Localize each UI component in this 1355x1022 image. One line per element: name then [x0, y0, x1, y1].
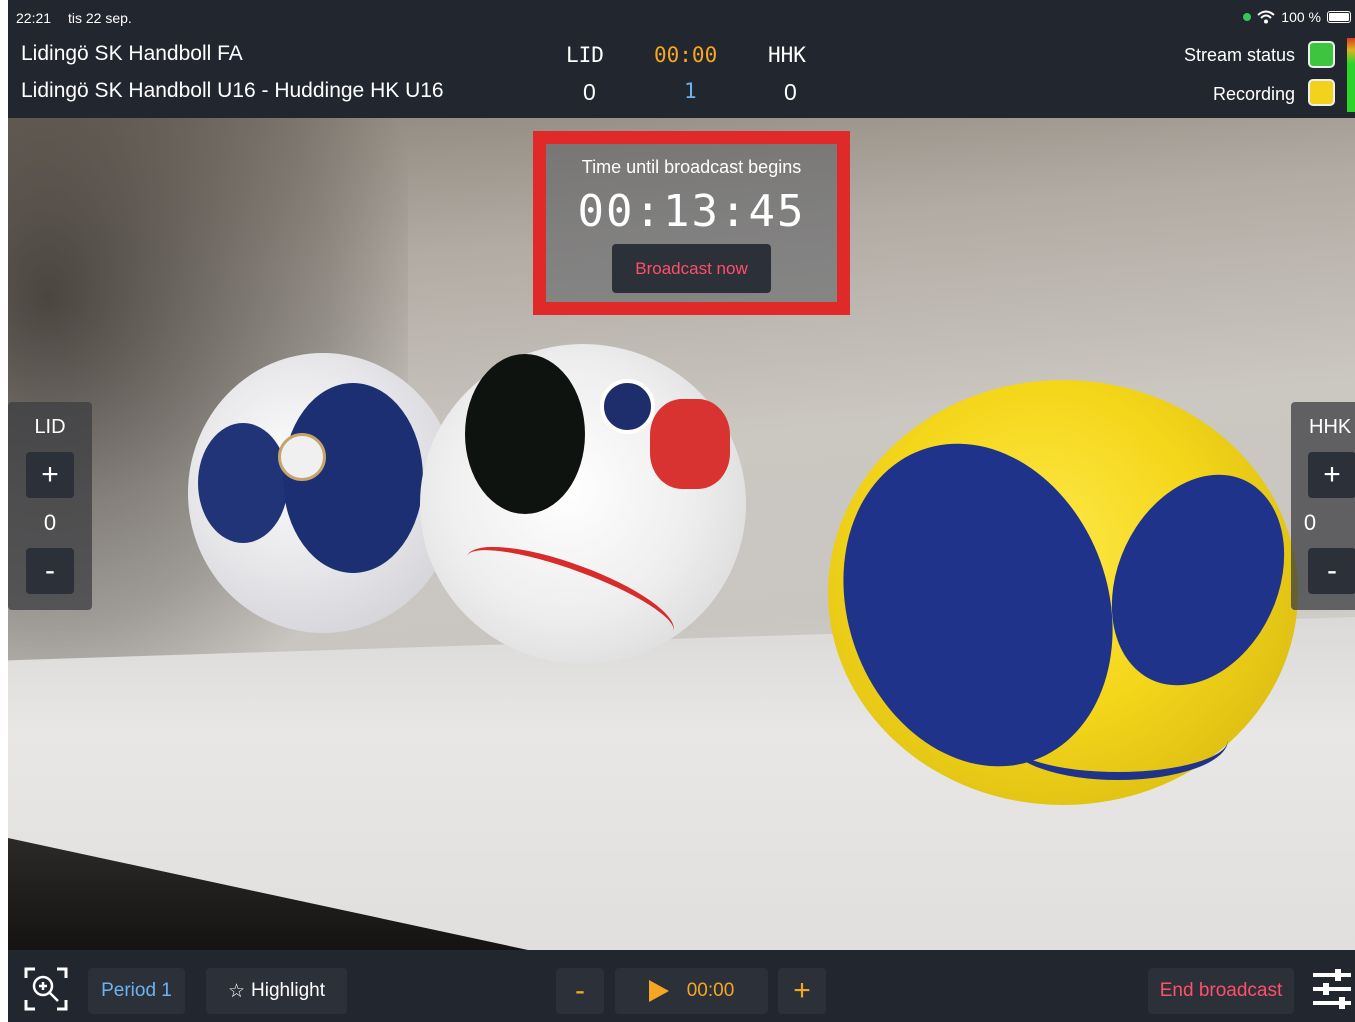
stream-status-label: Stream status — [1183, 45, 1295, 65]
status-right: 100 % — [1243, 9, 1351, 25]
control-bar: Period 1 ☆ Highlight - 00:00 + End broad… — [8, 950, 1355, 1022]
away-score-panel: HHK + 0 - — [1291, 402, 1355, 610]
zoom-in-icon[interactable] — [21, 964, 71, 1014]
broadcast-now-button[interactable]: Broadcast now — [612, 244, 771, 293]
away-panel-team: HHK — [1309, 416, 1352, 438]
app-frame: 22:21 tis 22 sep. 100 % Lidingö SK Handb… — [8, 0, 1355, 1022]
countdown-label: Time until broadcast begins — [581, 157, 802, 177]
home-score-minus-button[interactable]: - — [26, 548, 74, 594]
sliders-icon[interactable] — [1311, 966, 1355, 1014]
status-time: 22:21 — [16, 10, 52, 26]
home-score-plus-button[interactable]: + — [26, 452, 74, 498]
period-number: 1 — [684, 79, 697, 103]
clock-minus-button[interactable]: - — [556, 968, 604, 1014]
status-bar: 22:21 tis 22 sep. 100 % — [8, 0, 1355, 34]
clock-play-button[interactable]: 00:00 — [615, 968, 768, 1014]
battery-icon — [1327, 11, 1351, 23]
away-score-plus-button[interactable]: + — [1308, 452, 1355, 498]
away-score: 0 — [784, 79, 797, 105]
handball-white-red — [420, 344, 746, 664]
highlight-button[interactable]: ☆ Highlight — [206, 968, 347, 1014]
wifi-icon — [1257, 10, 1275, 24]
match-title: Lidingö SK Handboll U16 - Huddinge HK U1… — [21, 79, 444, 102]
recording-label: Recording — [1212, 84, 1295, 104]
home-team-abbr: LID — [566, 43, 604, 67]
status-date: tis 22 sep. — [68, 10, 132, 26]
game-clock: 00:00 — [654, 43, 718, 67]
period-button[interactable]: Period 1 — [88, 968, 185, 1014]
broadcast-countdown: Time until broadcast begins 00:13:45 Bro… — [533, 131, 850, 315]
home-score-panel: LID + 0 - — [8, 402, 92, 610]
stream-status-indicator — [1308, 41, 1335, 68]
play-icon — [648, 980, 669, 1002]
handball-yellow-blue — [799, 380, 1317, 805]
handball-blue-white — [188, 353, 458, 633]
home-panel-team: LID — [34, 416, 66, 438]
audio-level-meter — [1347, 38, 1355, 112]
away-panel-score: 0 — [1303, 510, 1317, 535]
away-score-minus-button[interactable]: - — [1308, 548, 1355, 594]
battery-percent: 100 % — [1281, 9, 1321, 25]
match-info-bar: Lidingö SK Handboll FA Lidingö SK Handbo… — [8, 34, 1355, 118]
highlight-label: Highlight — [251, 980, 325, 1001]
clock-plus-button[interactable]: + — [778, 968, 826, 1014]
star-icon: ☆ — [228, 980, 246, 1002]
home-score: 0 — [583, 79, 596, 105]
clock-display: 00:00 — [686, 980, 735, 1001]
end-broadcast-button[interactable]: End broadcast — [1148, 968, 1294, 1014]
club-name: Lidingö SK Handboll FA — [21, 42, 243, 65]
recording-indicator — [1308, 79, 1335, 106]
green-dot-icon — [1243, 13, 1252, 21]
countdown-timer: 00:13:45 — [577, 186, 806, 237]
away-team-abbr: HHK — [768, 43, 806, 67]
home-panel-score: 0 — [43, 510, 57, 535]
